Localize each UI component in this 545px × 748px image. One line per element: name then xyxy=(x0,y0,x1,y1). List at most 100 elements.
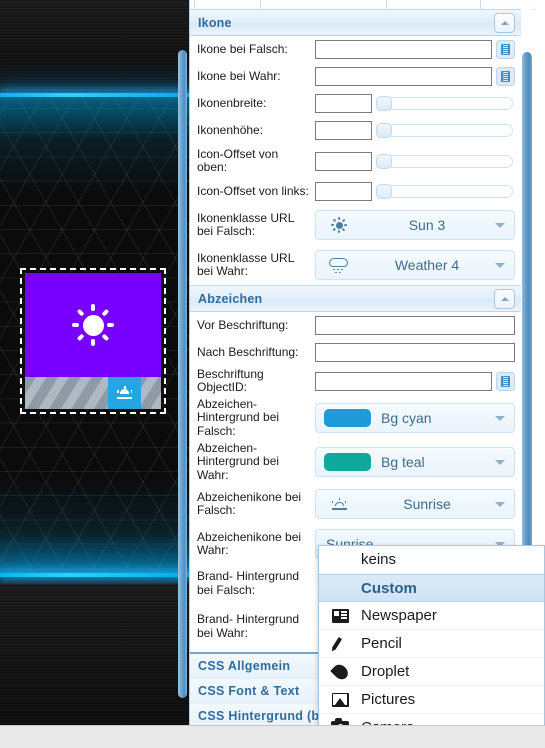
row-label: Beschriftung ObjectID: xyxy=(197,366,264,394)
color-swatch-teal xyxy=(324,453,371,471)
object-browse-icon[interactable] xyxy=(496,40,515,59)
ikonenhoehe-input[interactable] xyxy=(315,121,372,140)
brushed-metal-bottom xyxy=(0,584,189,726)
tile-bottom-bar xyxy=(25,377,161,409)
chevron-down-icon[interactable] xyxy=(495,263,505,268)
row-abzeichen-hintergrund-falsch: Abzeichen-Hintergrund bei Falsch: Bg cya… xyxy=(190,396,521,440)
tile-icon-area xyxy=(25,273,161,377)
ikonenhoehe-slider[interactable] xyxy=(376,123,515,138)
section-header-abzeichen[interactable]: Abzeichen xyxy=(190,285,521,312)
row-icon-offset-links: Icon-Offset von links: xyxy=(190,178,521,205)
row-abzeichenikone-falsch: Abzeichenikone bei Falsch: Sunrise xyxy=(190,484,521,524)
window-bottom-strip xyxy=(0,725,545,748)
preview-tile[interactable] xyxy=(25,273,161,409)
row-label: Ikonenklasse URL bei Falsch: xyxy=(197,210,294,238)
combo-value: Sunrise xyxy=(403,496,451,512)
abzeichen-hintergrund-wahr-combo[interactable]: Bg teal xyxy=(315,447,515,477)
abzeichenikone-falsch-combo[interactable]: Sunrise xyxy=(315,489,515,519)
row-nach-beschriftung: Nach Beschriftung: xyxy=(190,339,521,366)
row-ikone-bei-wahr: Ikone bei Wahr: xyxy=(190,63,521,90)
icon-offset-links-input[interactable] xyxy=(315,182,372,201)
abzeichen-hintergrund-falsch-combo[interactable]: Bg cyan xyxy=(315,403,515,433)
row-label: Ikone bei Falsch: xyxy=(197,41,288,56)
row-beschriftung-objectid: Beschriftung ObjectID: xyxy=(190,366,521,396)
row-ikonenbreite: Ikonenbreite: xyxy=(190,90,521,117)
dropdown-item-label: Newspaper xyxy=(361,607,437,624)
object-browse-icon[interactable] xyxy=(496,67,515,86)
preview-vertical-scrollbar[interactable] xyxy=(177,50,188,698)
ikone-bei-wahr-input[interactable] xyxy=(315,67,492,86)
section-title: Ikone xyxy=(198,15,232,30)
chevron-down-icon[interactable] xyxy=(495,460,505,465)
row-ikonenhoehe: Ikonenhöhe: xyxy=(190,117,521,144)
row-label: Brand- Hintergrund bei Wahr: xyxy=(197,612,300,640)
app-window: Ikone Ikone bei Falsch: Ikone bei Wahr: … xyxy=(0,0,545,748)
combo-value: Bg cyan xyxy=(381,410,432,426)
chevron-down-icon[interactable] xyxy=(495,223,505,228)
row-label: Abzeichen-Hintergrund bei Falsch: xyxy=(197,396,280,438)
chevron-down-icon[interactable] xyxy=(495,416,505,421)
row-icon-offset-oben: Icon-Offset von oben: xyxy=(190,144,521,178)
cloud-rain-icon xyxy=(316,257,362,274)
row-label: Ikonenklasse URL bei Wahr: xyxy=(197,250,294,278)
droplet-icon xyxy=(319,661,361,682)
section-title: Abzeichen xyxy=(198,291,263,306)
pictures-icon xyxy=(319,692,361,707)
sun-icon xyxy=(70,302,116,348)
vor-beschriftung-input[interactable] xyxy=(315,316,515,335)
nach-beschriftung-input[interactable] xyxy=(315,343,515,362)
abzeichenikone-wahr-dropdown-list[interactable]: keins Custom Newspaper Pencil Droplet Pi… xyxy=(318,545,545,748)
row-label: Abzeichenikone bei Falsch: xyxy=(197,489,302,517)
row-label: Brand- Hintergrund bei Falsch: xyxy=(197,569,300,597)
row-label: Ikonenhöhe: xyxy=(197,122,264,137)
dropdown-item-label: Droplet xyxy=(361,663,410,680)
row-vor-beschriftung: Vor Beschriftung: xyxy=(190,312,521,339)
tile-selection-outline[interactable] xyxy=(20,268,166,414)
combo-value: Sun 3 xyxy=(408,217,446,233)
icon-offset-oben-slider[interactable] xyxy=(376,153,515,169)
dropdown-item-pencil[interactable]: Pencil xyxy=(319,630,544,658)
row-ikonenklasse-url-falsch: Ikonenklasse URL bei Falsch: Sun 3 xyxy=(190,205,521,245)
tile-preview-canvas[interactable] xyxy=(0,0,189,726)
dropdown-item-droplet[interactable]: Droplet xyxy=(319,658,544,686)
dropdown-item-label: Pencil xyxy=(361,635,402,652)
combo-value: Bg teal xyxy=(381,454,425,470)
row-ikone-bei-falsch: Ikone bei Falsch: xyxy=(190,36,521,63)
pencil-icon xyxy=(319,636,361,652)
section-header-ikone[interactable]: Ikone xyxy=(190,9,521,36)
accent-glow-line-bottom xyxy=(0,573,189,577)
ikonenklasse-url-falsch-combo[interactable]: Sun 3 xyxy=(315,210,515,240)
beschriftung-objectid-input[interactable] xyxy=(315,371,492,391)
sun-icon xyxy=(316,217,362,234)
dropdown-item-keins[interactable]: keins xyxy=(319,546,544,574)
ikonenbreite-input[interactable] xyxy=(315,94,372,113)
newspaper-icon xyxy=(319,608,361,623)
dropdown-item-label: keins xyxy=(361,551,397,568)
icon-offset-links-slider[interactable] xyxy=(376,184,515,199)
row-abzeichen-hintergrund-wahr: Abzeichen-Hintergrund bei Wahr: Bg teal xyxy=(190,440,521,484)
sunrise-icon xyxy=(117,385,132,400)
chevron-up-icon[interactable] xyxy=(494,13,515,33)
row-label: Vor Beschriftung: xyxy=(197,317,289,332)
scrollbar-thumb[interactable] xyxy=(178,50,187,698)
row-ikonenklasse-url-wahr: Ikonenklasse URL bei Wahr: Weather 4 xyxy=(190,245,521,285)
row-label: Ikonenbreite: xyxy=(197,95,267,110)
color-swatch-cyan xyxy=(324,409,371,427)
icon-offset-oben-input[interactable] xyxy=(315,151,372,171)
dropdown-item-label: Custom xyxy=(361,579,417,597)
ikone-bei-falsch-input[interactable] xyxy=(315,40,492,59)
combo-value: Weather 4 xyxy=(394,257,460,273)
chevron-down-icon[interactable] xyxy=(495,502,505,507)
row-label: Abzeichen-Hintergrund bei Wahr: xyxy=(197,440,280,482)
ikonenbreite-slider[interactable] xyxy=(376,96,515,111)
dropdown-item-custom[interactable]: Custom xyxy=(319,574,544,602)
row-label: Icon-Offset von links: xyxy=(197,183,309,198)
object-browse-icon[interactable] xyxy=(496,371,515,391)
dropdown-item-newspaper[interactable]: Newspaper xyxy=(319,602,544,630)
row-label: Ikone bei Wahr: xyxy=(197,68,281,83)
ikonenklasse-url-wahr-combo[interactable]: Weather 4 xyxy=(315,250,515,280)
row-label: Nach Beschriftung: xyxy=(197,344,299,359)
dropdown-item-pictures[interactable]: Pictures xyxy=(319,686,544,714)
chevron-up-icon[interactable] xyxy=(494,289,515,309)
brushed-metal-top xyxy=(0,0,189,90)
